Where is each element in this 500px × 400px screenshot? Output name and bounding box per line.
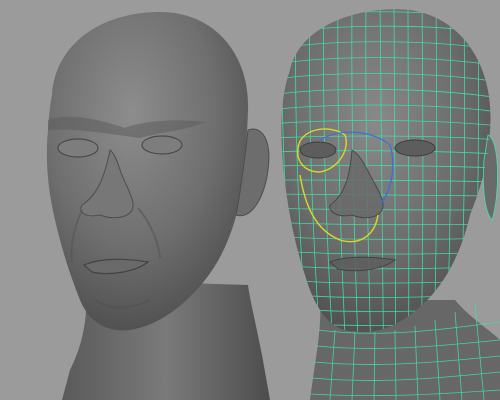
viewport-canvas[interactable] [0, 0, 500, 400]
eye-left-smooth [57, 138, 99, 158]
3d-viewport[interactable] [0, 0, 500, 400]
eye-right-smooth [141, 135, 183, 155]
eye-right-wire [394, 139, 436, 157]
eye-left-wire [299, 141, 337, 159]
